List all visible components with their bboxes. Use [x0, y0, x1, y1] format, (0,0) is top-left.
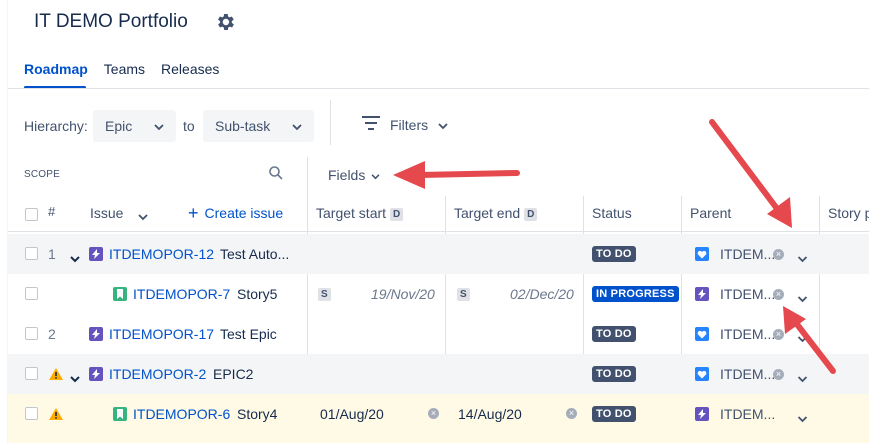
annotation-arrow: [783, 306, 836, 374]
annotation-arrow: [393, 161, 520, 189]
annotation-overlay: [393, 119, 836, 374]
annotation-arrow: [709, 119, 792, 228]
